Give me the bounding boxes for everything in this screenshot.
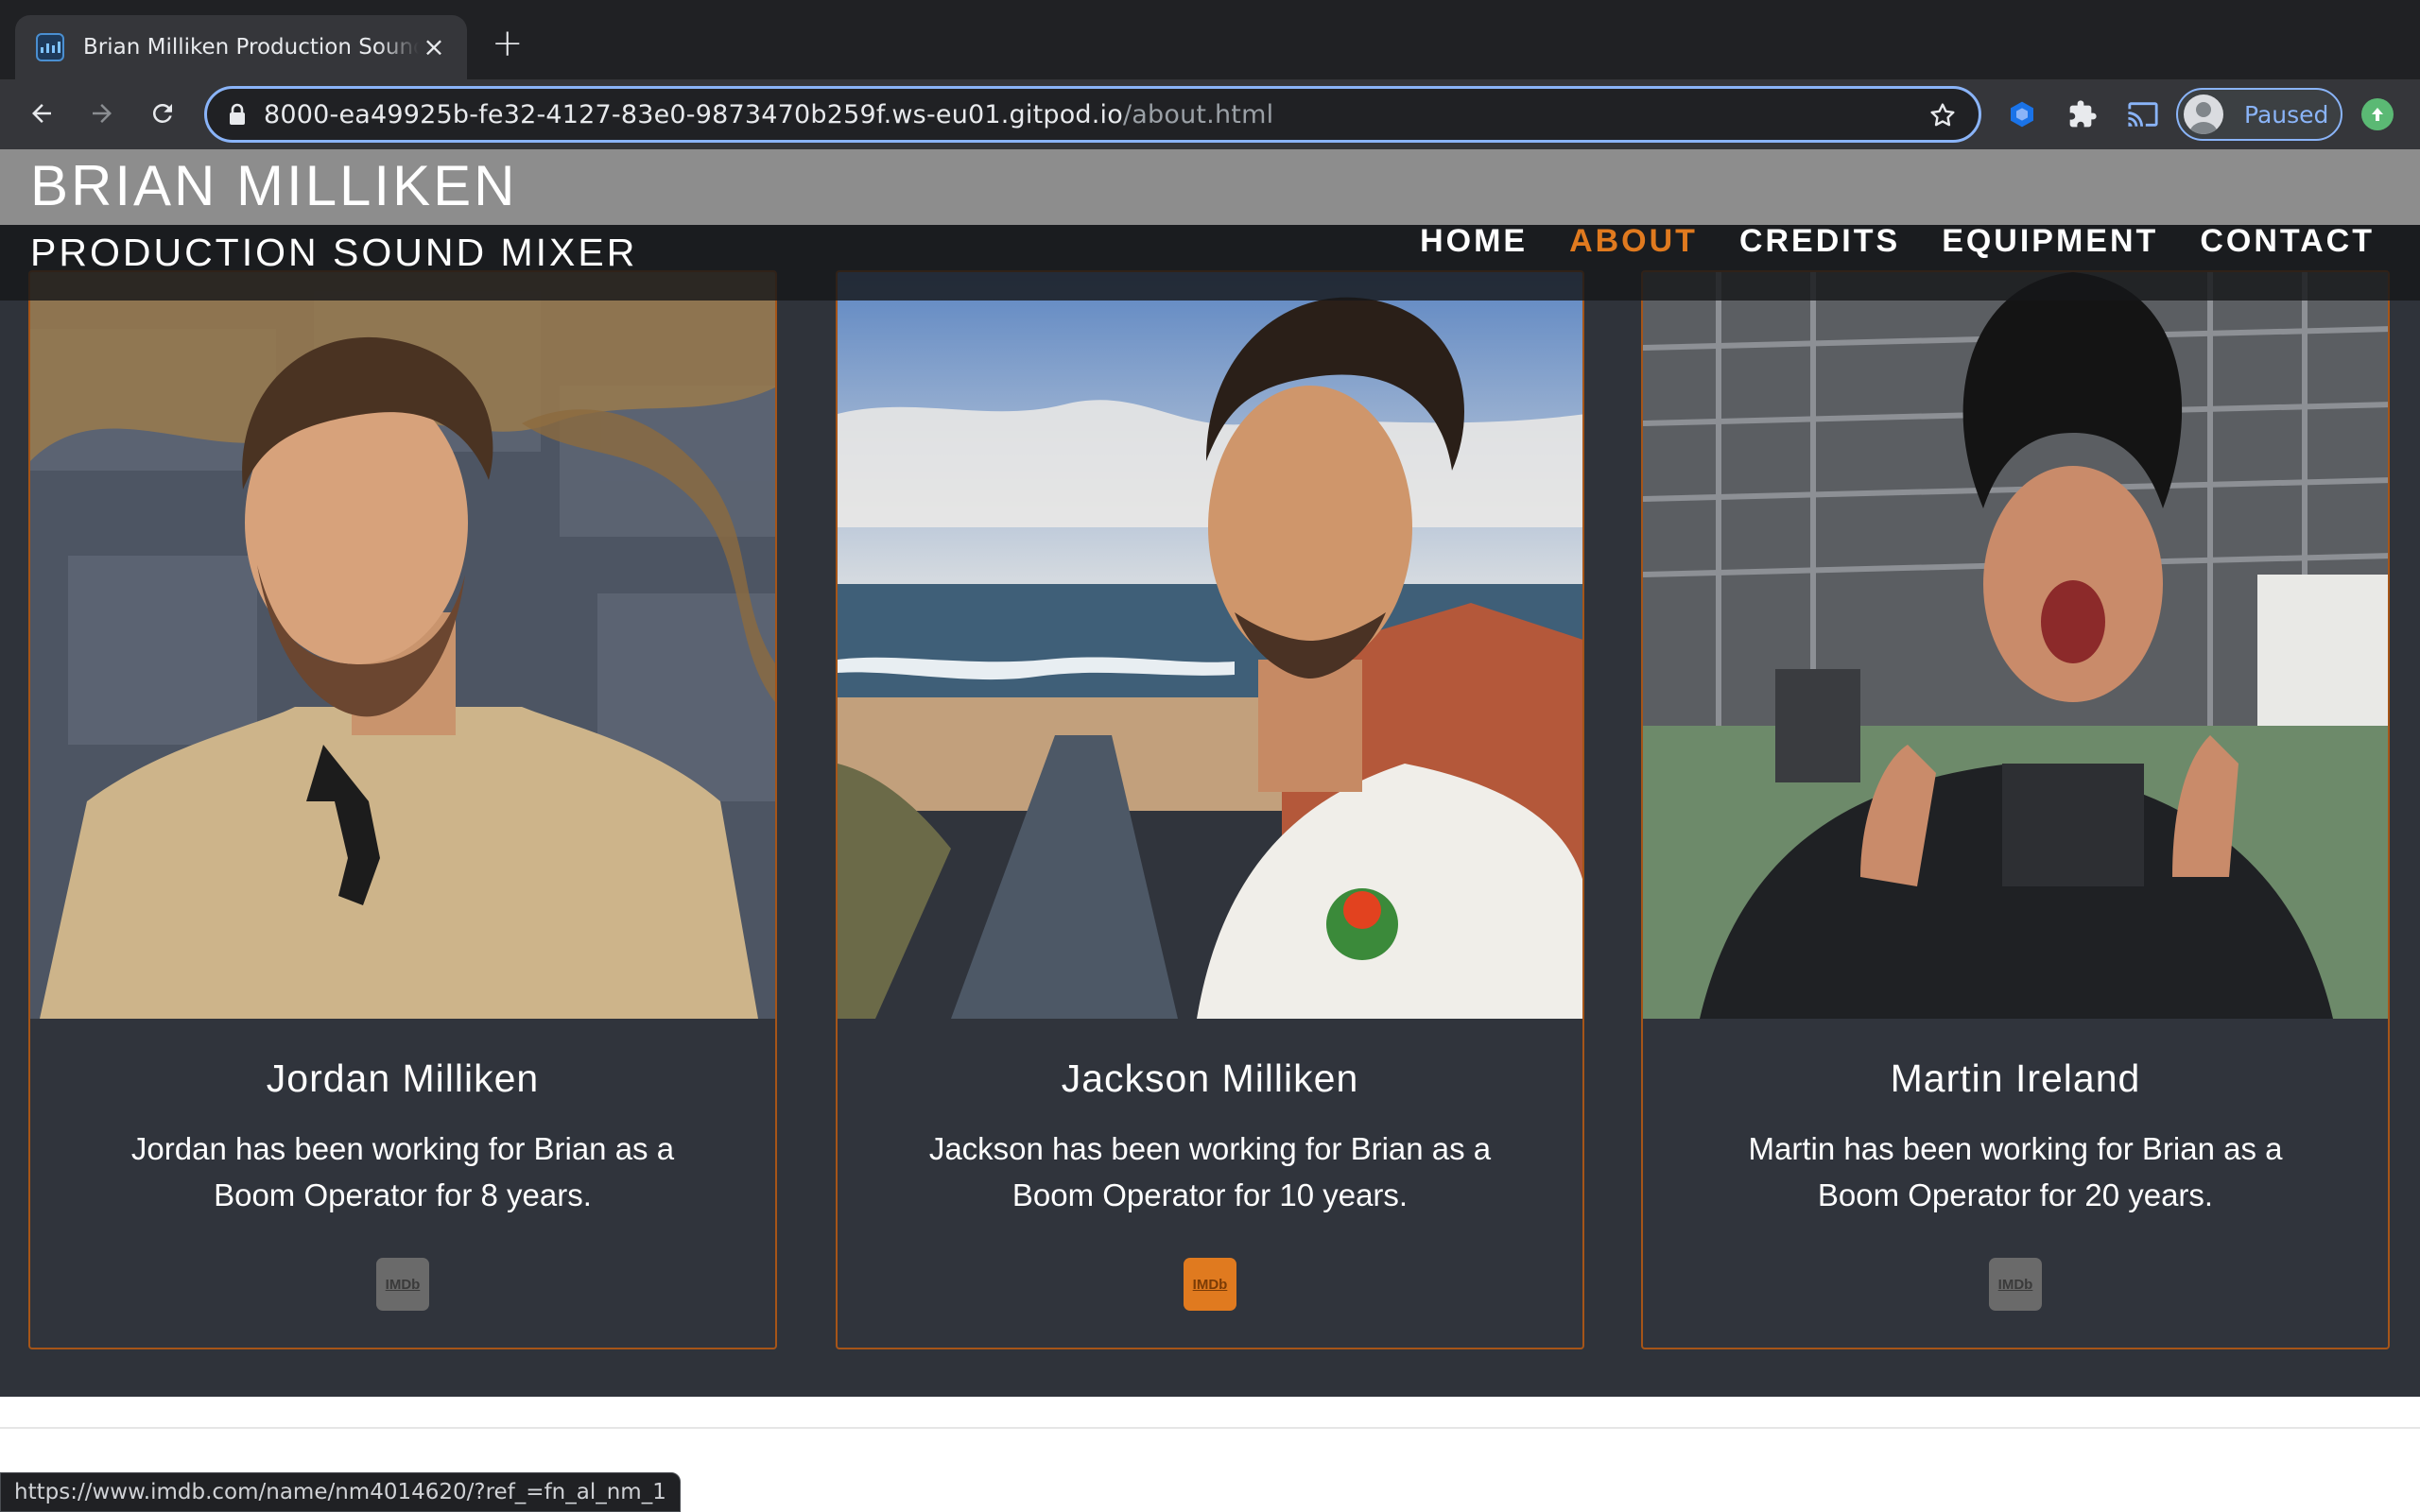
profile-button[interactable]: Paused bbox=[2176, 88, 2342, 141]
main-nav: HOME ABOUT CREDITS EQUIPMENT CONTACT bbox=[1420, 223, 2375, 260]
team-photo-martin bbox=[1643, 272, 2388, 1019]
extension-cube-icon[interactable] bbox=[2004, 96, 2040, 132]
team-card-body: Martin Ireland Martin has been working f… bbox=[1643, 1019, 2388, 1348]
team-member-bio: Jackson has been working for Brian as a … bbox=[928, 1131, 1492, 1212]
nav-home[interactable]: HOME bbox=[1420, 223, 1528, 260]
nav-credits[interactable]: CREDITS bbox=[1739, 223, 1900, 260]
back-arrow-icon[interactable] bbox=[19, 91, 64, 136]
bookmark-star-icon[interactable] bbox=[1927, 100, 1958, 134]
nav-about[interactable]: ABOUT bbox=[1569, 223, 1698, 260]
imdb-link-jackson[interactable]: IMDb bbox=[1184, 1258, 1236, 1311]
team-member-name: Jackson Milliken bbox=[1061, 1057, 1359, 1100]
new-tab-plus-icon[interactable]: + bbox=[492, 25, 524, 62]
imdb-link-martin[interactable]: IMDb bbox=[1989, 1258, 2042, 1311]
forward-arrow-icon[interactable] bbox=[79, 91, 125, 136]
footer-divider bbox=[0, 1427, 2420, 1429]
team-card-jackson: Jackson Milliken Jackson has been workin… bbox=[836, 270, 1584, 1349]
team-card-body: Jackson Milliken Jackson has been workin… bbox=[838, 1019, 1582, 1348]
tab-favicon-icon bbox=[36, 33, 64, 61]
team-member-bio: Jordan has been working for Brian as a B… bbox=[130, 1131, 675, 1212]
imdb-link-jordan[interactable]: IMDb bbox=[376, 1258, 429, 1311]
avatar bbox=[2184, 94, 2223, 134]
team-member-bio: Martin has been working for Brian as a B… bbox=[1748, 1131, 2283, 1212]
tab-title: Brian Milliken Production Sound Mixer bbox=[83, 35, 419, 60]
team-photo-jordan bbox=[30, 272, 775, 1019]
team-card-body: Jordan Milliken Jordan has been working … bbox=[30, 1019, 775, 1348]
team-photo-jackson bbox=[838, 272, 1582, 1019]
reload-icon[interactable] bbox=[140, 91, 185, 136]
address-bar[interactable]: 8000-ea49925b-fe32-4127-83e0-9873470b259… bbox=[204, 86, 1981, 143]
team-card-jordan: Jordan Milliken Jordan has been working … bbox=[28, 270, 777, 1349]
nav-equipment[interactable]: EQUIPMENT bbox=[1942, 223, 2158, 260]
about-section: BRIAN MILLIKEN PRODUCTION SOUND MIXER HO… bbox=[0, 149, 2420, 1397]
browser-toolbar: 8000-ea49925b-fe32-4127-83e0-9873470b259… bbox=[0, 79, 2420, 149]
url-text: 8000-ea49925b-fe32-4127-83e0-9873470b259… bbox=[264, 99, 1274, 129]
web-page: BRIAN MILLIKEN PRODUCTION SOUND MIXER HO… bbox=[0, 149, 2420, 1512]
browser-tab[interactable]: Brian Milliken Production Sound Mixer × bbox=[15, 15, 467, 79]
update-arrow-icon[interactable] bbox=[2361, 98, 2394, 130]
tab-close-icon[interactable]: × bbox=[420, 34, 448, 60]
site-brand[interactable]: BRIAN MILLIKEN bbox=[30, 153, 517, 218]
team-member-name: Jordan Milliken bbox=[266, 1057, 540, 1100]
cast-icon[interactable] bbox=[2125, 96, 2161, 132]
site-tagline: PRODUCTION SOUND MIXER bbox=[30, 231, 638, 274]
team-member-name: Martin Ireland bbox=[1890, 1057, 2141, 1100]
team-card-martin: Martin Ireland Martin has been working f… bbox=[1641, 270, 2390, 1349]
nav-contact[interactable]: CONTACT bbox=[2200, 223, 2375, 260]
lock-icon bbox=[230, 103, 245, 125]
extensions-puzzle-icon[interactable] bbox=[2065, 96, 2100, 132]
profile-status: Paused bbox=[2244, 100, 2329, 129]
browser-tabstrip: Brian Milliken Production Sound Mixer × … bbox=[0, 0, 2420, 79]
link-status-bubble: https://www.imdb.com/name/nm4014620/?ref… bbox=[0, 1472, 681, 1512]
